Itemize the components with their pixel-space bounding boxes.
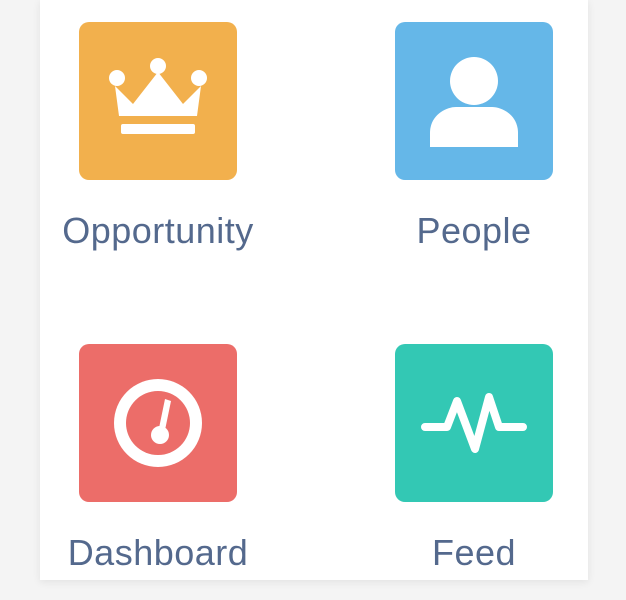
person-icon xyxy=(430,57,518,147)
pulse-icon xyxy=(421,393,527,453)
people-tile[interactable]: People xyxy=(354,22,594,282)
people-label: People xyxy=(416,210,532,251)
people-icon-box[interactable] xyxy=(395,22,553,180)
dashboard-label: Dashboard xyxy=(67,532,249,573)
dashboard-icon-box[interactable] xyxy=(79,344,237,502)
opportunity-tile[interactable]: Opportunity xyxy=(38,22,278,282)
feed-icon-box[interactable] xyxy=(395,344,553,502)
opportunity-icon-box[interactable] xyxy=(79,22,237,180)
feed-label: Feed xyxy=(431,532,517,573)
dashboard-tile[interactable]: Dashboard xyxy=(38,344,278,600)
feed-tile[interactable]: Feed xyxy=(354,344,594,600)
app-frame: Opportunity People Dashboard Feed xyxy=(0,0,626,600)
speedometer-icon xyxy=(114,379,202,467)
crown-icon xyxy=(109,58,207,134)
opportunity-label: Opportunity xyxy=(62,210,254,251)
